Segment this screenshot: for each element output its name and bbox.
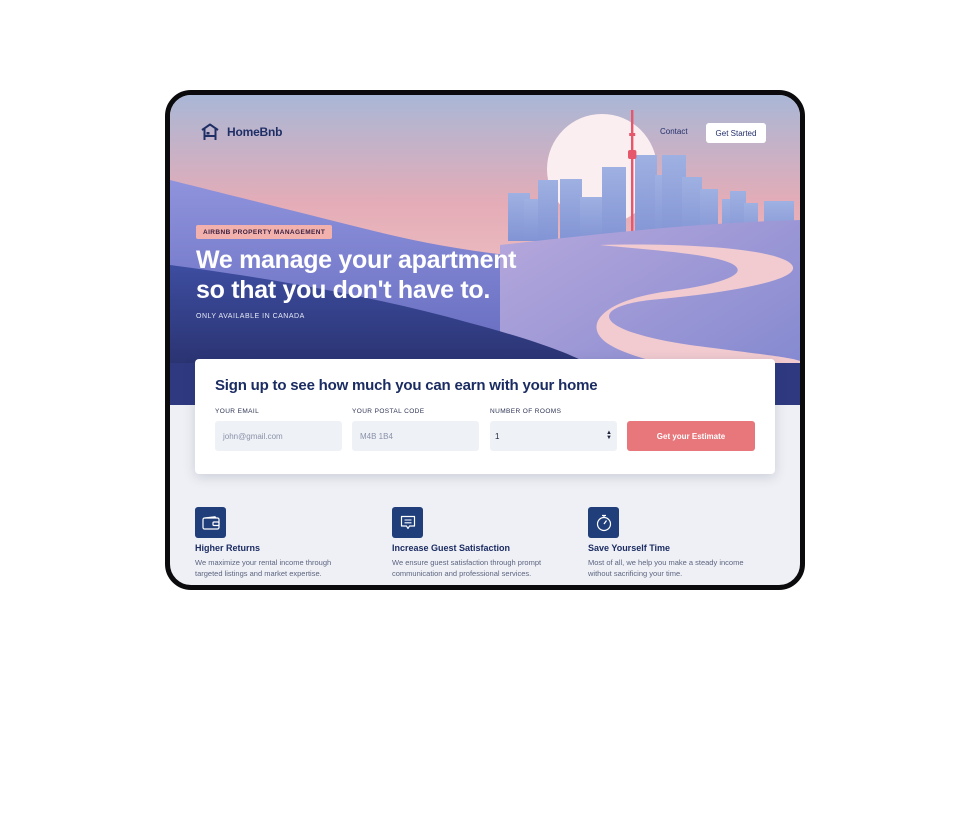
rooms-value: 1 bbox=[495, 431, 500, 441]
postal-code-field[interactable]: M4B 1B4 bbox=[352, 421, 479, 451]
tablet-frame: HomeBnb Contact Get Started AIRBNB PROPE… bbox=[165, 90, 805, 590]
feature-description: Most of all, we help you make a steady i… bbox=[588, 557, 778, 579]
headline-line-2: so that you don't have to. bbox=[196, 276, 490, 304]
brand-logo[interactable]: HomeBnb bbox=[200, 123, 282, 141]
feature-higher-returns: Higher Returns We maximize your rental i… bbox=[195, 507, 385, 579]
feature-desc-line-1: Most of all, we help you make a steady i… bbox=[588, 558, 744, 567]
hero-headline: We manage your apartment so that you don… bbox=[196, 245, 616, 305]
contact-link[interactable]: Contact bbox=[660, 127, 688, 136]
rooms-select[interactable]: 1 ▲ ▼ bbox=[490, 421, 617, 451]
feature-description: We maximize your rental income through t… bbox=[195, 557, 385, 579]
feature-desc-line-2: communication and professional services. bbox=[392, 569, 532, 578]
brand-name: HomeBnb bbox=[227, 125, 283, 139]
house-icon bbox=[201, 123, 219, 140]
postal-code-label: YOUR POSTAL CODE bbox=[352, 408, 425, 415]
screen: HomeBnb Contact Get Started AIRBNB PROPE… bbox=[170, 95, 800, 585]
rooms-label: NUMBER OF ROOMS bbox=[490, 408, 562, 415]
feature-desc-line-1: We ensure guest satisfaction through pro… bbox=[392, 558, 542, 567]
signup-title: Sign up to see how much you can earn wit… bbox=[215, 377, 598, 394]
wallet-icon bbox=[195, 507, 226, 538]
availability-note: ONLY AVAILABLE IN CANADA bbox=[196, 313, 305, 320]
email-field[interactable]: john@gmail.com bbox=[215, 421, 342, 451]
select-arrows-icon: ▲ ▼ bbox=[606, 430, 612, 441]
feature-save-time: Save Yourself Time Most of all, we help … bbox=[588, 507, 778, 579]
get-started-button[interactable]: Get Started bbox=[706, 123, 766, 143]
stopwatch-icon bbox=[588, 507, 619, 538]
feature-description: We ensure guest satisfaction through pro… bbox=[392, 557, 582, 579]
feature-guest-satisfaction: Increase Guest Satisfaction We ensure gu… bbox=[392, 507, 582, 579]
feature-desc-line-2: targeted listings and market expertise. bbox=[195, 569, 322, 578]
email-label: YOUR EMAIL bbox=[215, 408, 260, 415]
signup-card: Sign up to see how much you can earn wit… bbox=[195, 359, 775, 474]
headline-line-1: We manage your apartment bbox=[196, 246, 517, 274]
get-estimate-button[interactable]: Get your Estimate bbox=[627, 421, 755, 451]
message-icon bbox=[392, 507, 423, 538]
feature-title: Increase Guest Satisfaction bbox=[392, 543, 511, 553]
feature-title: Higher Returns bbox=[195, 543, 261, 553]
category-badge: AIRBNB PROPERTY MANAGEMENT bbox=[196, 225, 333, 239]
feature-desc-line-2: without sacrificing your time. bbox=[588, 569, 683, 578]
feature-title: Save Yourself Time bbox=[588, 543, 671, 553]
feature-desc-line-1: We maximize your rental income through bbox=[195, 558, 332, 567]
